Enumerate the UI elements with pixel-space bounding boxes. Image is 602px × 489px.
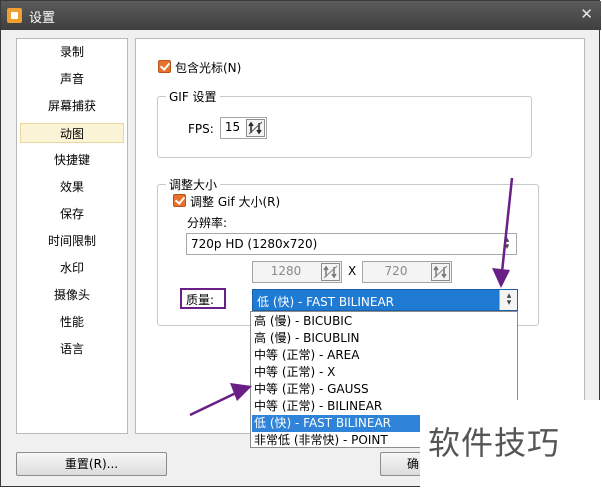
- watermark-text: 软件技巧: [428, 424, 561, 462]
- annotation-arrow-head: [492, 268, 510, 288]
- annotation-arrow-line: [500, 177, 514, 273]
- annotation-arrow-head: [230, 383, 252, 401]
- annotation-arrow-line: [189, 390, 239, 417]
